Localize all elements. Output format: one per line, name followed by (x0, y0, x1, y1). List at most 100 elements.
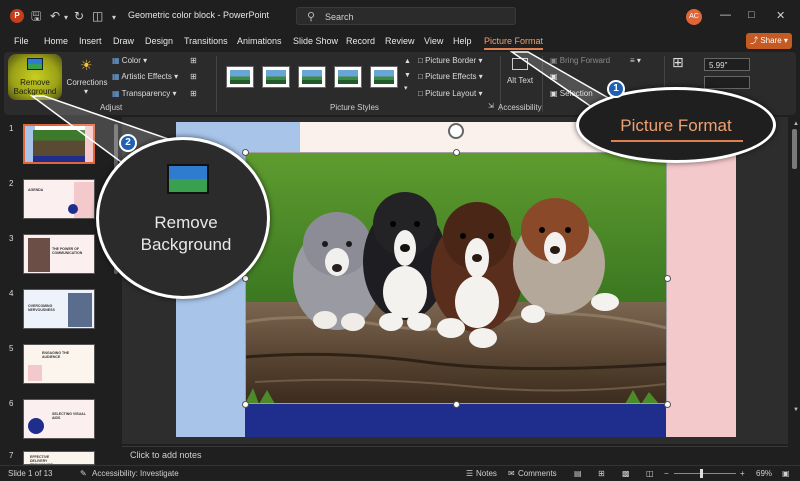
slide-thumbnail-6[interactable]: SELECTING VISUAL AIDS (23, 399, 95, 439)
selected-picture[interactable] (245, 152, 667, 404)
tab-file[interactable]: File (14, 36, 29, 46)
resize-handle[interactable] (664, 401, 671, 408)
picture-style-option[interactable] (262, 66, 290, 88)
notes-icon[interactable]: ☰ (466, 469, 473, 478)
slide-thumbnail-1[interactable] (23, 124, 95, 164)
tab-home[interactable]: Home (44, 36, 68, 46)
present-icon[interactable]: ◫ (92, 9, 103, 23)
undo-dropdown-icon[interactable]: ▾ (64, 11, 68, 25)
bring-forward-button[interactable]: ▣ Bring Forward (550, 56, 610, 65)
close-icon[interactable]: ✕ (776, 9, 785, 22)
slide-number: 2 (9, 179, 14, 188)
slide-show-icon[interactable]: ◫ (646, 469, 654, 478)
tab-insert[interactable]: Insert (79, 36, 102, 46)
tab-draw[interactable]: Draw (113, 36, 134, 46)
chevron-down-icon: ▾ (783, 36, 788, 45)
user-avatar[interactable]: AC (686, 9, 702, 25)
picture-style-option[interactable] (370, 66, 398, 88)
slide-number: 7 (9, 451, 14, 460)
gallery-more-icon[interactable]: ▾ (404, 84, 408, 92)
notes-button[interactable]: Notes (476, 469, 497, 478)
slide-sorter-icon[interactable]: ⊞ (598, 469, 605, 478)
crop-icon[interactable]: ⊞ (672, 54, 684, 71)
slide-block-navy (245, 404, 666, 437)
send-backward-icon[interactable]: ▣ (550, 72, 558, 81)
slide-thumbnail-7[interactable]: EFFECTIVE DELIVERY TECHNIQUES (23, 451, 95, 465)
gallery-down-icon[interactable]: ▼ (404, 72, 411, 79)
reading-view-icon[interactable]: ▩ (622, 469, 630, 478)
comments-icon[interactable]: ✉ (508, 469, 515, 478)
selection-pane-label: Selection (559, 89, 593, 98)
gallery-up-icon[interactable]: ▲ (404, 58, 411, 65)
zoom-out-icon[interactable]: − (664, 469, 669, 478)
accessibility-status[interactable]: Accessibility: Investigate (92, 469, 179, 478)
undo-icon[interactable]: ↶ (50, 9, 60, 23)
artistic-effects-button[interactable]: ▦ Artistic Effects ▾ (112, 72, 178, 81)
picture-layout-button[interactable]: □ Picture Layout ▾ (418, 89, 482, 98)
search-placeholder: Search (325, 12, 354, 22)
redo-icon[interactable]: ↻ (74, 9, 84, 23)
picture-border-button[interactable]: □ Picture Border ▾ (418, 56, 482, 65)
height-input[interactable]: 5.99" (704, 58, 750, 71)
rotate-handle-icon[interactable] (448, 123, 464, 139)
resize-handle[interactable] (453, 401, 460, 408)
tab-transitions[interactable]: Transitions (184, 36, 228, 46)
notes-pane[interactable]: Click to add notes (122, 446, 788, 465)
bring-forward-icon: ▣ (550, 56, 558, 65)
normal-view-icon[interactable]: ▤ (574, 469, 582, 478)
tab-design[interactable]: Design (145, 36, 173, 46)
tab-slide-show[interactable]: Slide Show (293, 36, 338, 46)
align-icon[interactable]: ≡ ▾ (630, 56, 641, 65)
comments-button[interactable]: Comments (518, 469, 557, 478)
status-bar: Slide 1 of 13 ✎ Accessibility: Investiga… (0, 465, 800, 481)
slide-thumbnail-5[interactable]: ENGAGING THE AUDIENCE (23, 344, 95, 384)
maximize-icon[interactable]: □ (748, 9, 755, 21)
compress-pictures-icon[interactable]: ⊞ (190, 56, 197, 65)
slide-thumbnail-2[interactable]: AGENDA (23, 179, 95, 219)
zoom-in-icon[interactable]: + (740, 469, 745, 478)
tab-animations[interactable]: Animations (237, 36, 282, 46)
fit-to-window-icon[interactable]: ▣ (782, 469, 790, 478)
slide-thumbnail-4[interactable]: OVERCOMING NERVOUSNESS (23, 289, 95, 329)
corrections-button[interactable]: ☀ Corrections ▾ (66, 54, 108, 100)
chevron-down-icon: ▾ (478, 72, 483, 81)
tab-picture-format[interactable]: Picture Format (484, 36, 544, 50)
picture-style-option[interactable] (226, 66, 254, 88)
tab-help[interactable]: Help (453, 36, 472, 46)
resize-handle[interactable] (242, 149, 249, 156)
resize-handle[interactable] (664, 275, 671, 282)
remove-background-button[interactable]: Remove Background (8, 54, 62, 100)
dialog-launcher-icon[interactable]: ⇲ (488, 102, 494, 110)
picture-effects-button[interactable]: □ Picture Effects ▾ (418, 72, 483, 81)
zoom-slider-thumb[interactable] (700, 469, 703, 478)
slide-thumbnail-3[interactable]: THE POWER OF COMMUNICATION (23, 234, 95, 274)
reset-picture-icon[interactable]: ⊞ (190, 89, 197, 98)
tab-review[interactable]: Review (385, 36, 415, 46)
picture-style-option[interactable] (298, 66, 326, 88)
selection-pane-button[interactable]: ▣ Selection (550, 89, 593, 98)
zoom-slider[interactable] (674, 469, 736, 478)
width-input[interactable] (704, 76, 750, 89)
save-icon[interactable]: 🖫 (31, 9, 41, 23)
slide-number: 6 (9, 399, 14, 408)
callout-badge-2: 2 (119, 134, 137, 152)
transparency-button[interactable]: ▦ Transparency ▾ (112, 89, 177, 98)
search-input[interactable]: ⚲ Search (296, 7, 516, 25)
share-button[interactable]: ⤴ Share ▾ (746, 33, 792, 49)
resize-handle[interactable] (242, 401, 249, 408)
tab-view[interactable]: View (424, 36, 443, 46)
tab-record[interactable]: Record (346, 36, 375, 46)
resize-handle[interactable] (453, 149, 460, 156)
alt-text-button[interactable]: Alt Text (504, 54, 536, 100)
change-picture-icon[interactable]: ⊞ (190, 72, 197, 81)
picture-style-option[interactable] (334, 66, 362, 88)
zoom-level[interactable]: 69% (756, 469, 772, 478)
artistic-effects-icon: ▦ (112, 72, 120, 81)
color-button[interactable]: ▦ Color ▾ (112, 56, 147, 65)
customize-toolbar-icon[interactable]: ▾ (112, 11, 116, 25)
ribbon-tabs: File Home Insert Draw Design Transitions… (0, 32, 800, 52)
canvas-scrollbar[interactable]: ▲ ▼ (790, 117, 800, 444)
accessibility-icon[interactable]: ✎ (80, 469, 87, 478)
minimize-icon[interactable]: — (720, 9, 731, 21)
slide-thumbnails-pane: 1 2 AGENDA 3 THE POWER OF COMMUNICATION … (0, 117, 122, 465)
